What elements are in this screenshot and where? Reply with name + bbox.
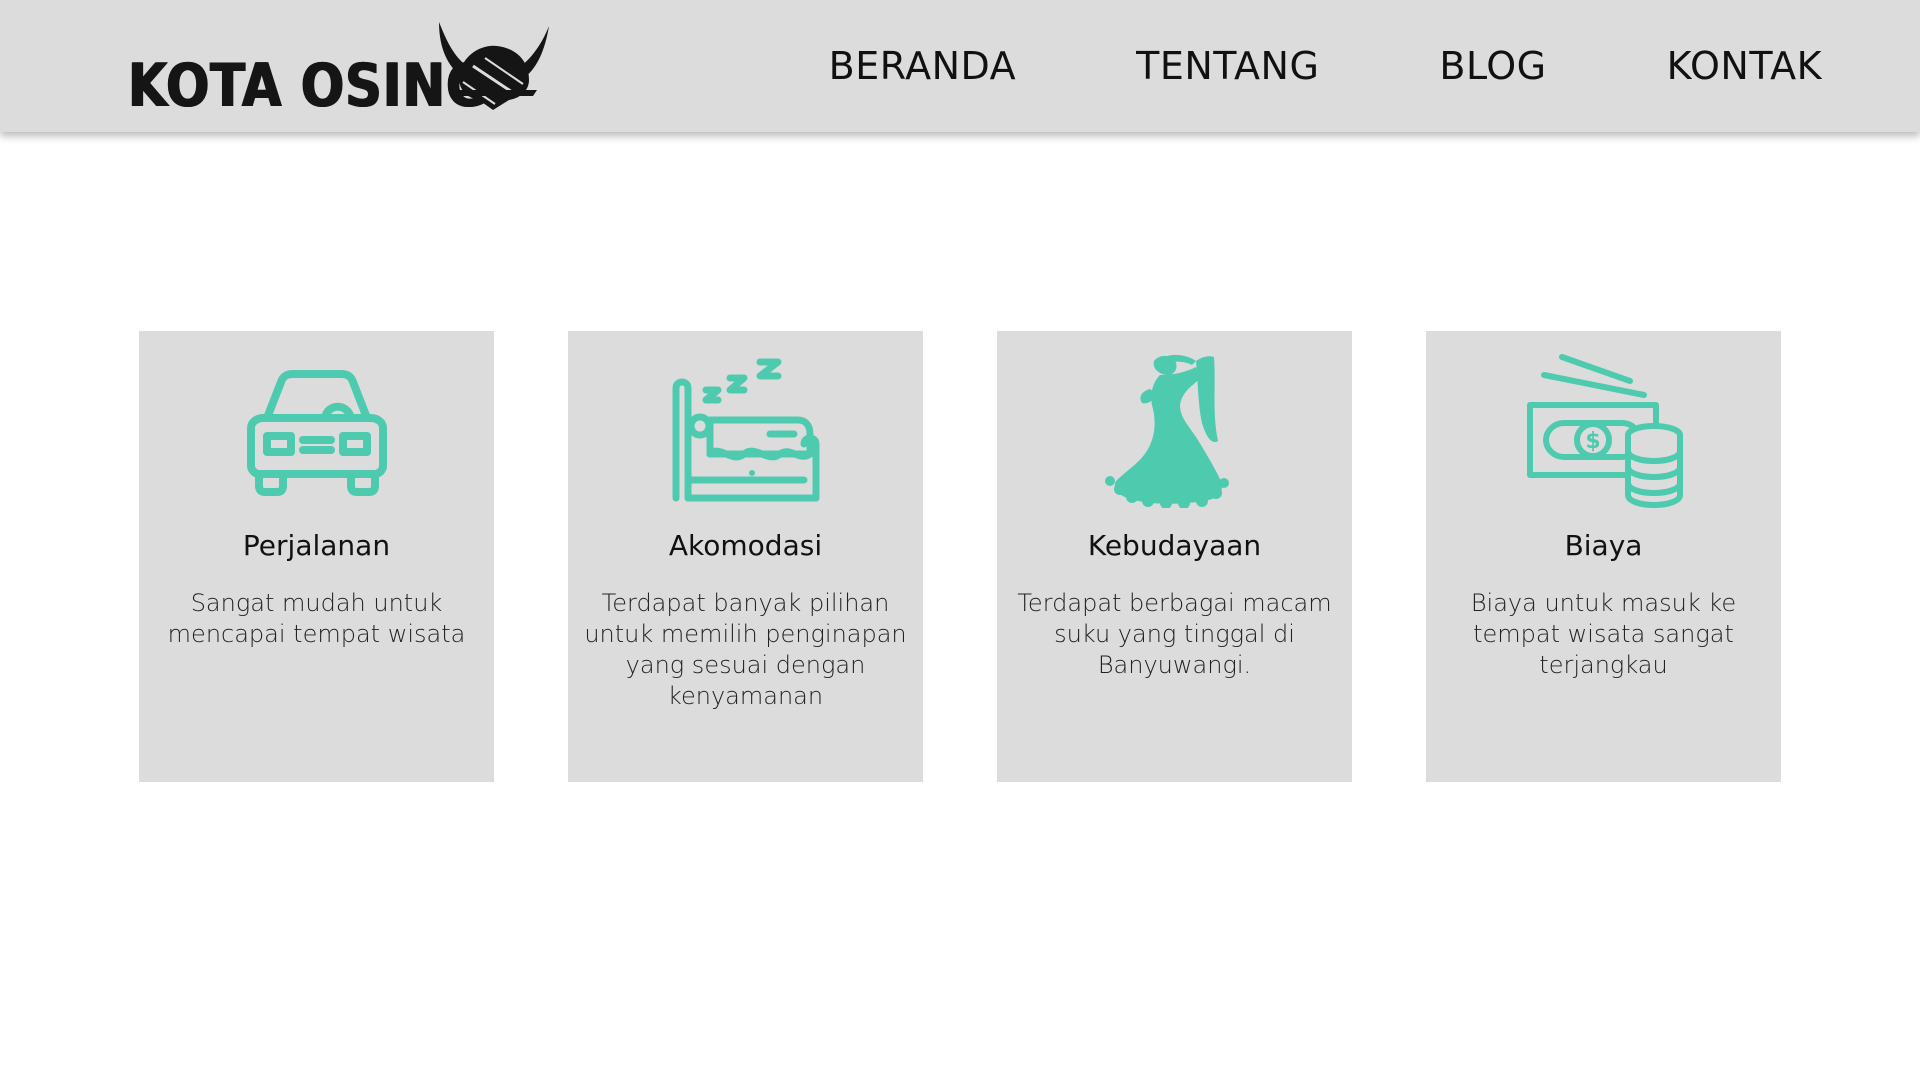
feature-title: Perjalanan <box>242 529 391 562</box>
nav-link-tentang[interactable]: TENTANG <box>1136 44 1319 88</box>
site-header: KOTA OSING BERANDA TENTANG BLOG KONTAK <box>0 0 1920 132</box>
feature-card-biaya: $ Biaya Biaya untuk masuk ke tempat wisa… <box>1426 331 1781 782</box>
nav-link-beranda[interactable]: BERANDA <box>829 44 1016 88</box>
dancer-icon <box>997 353 1352 508</box>
feature-description: Terdapat banyak pilihan untuk memilih pe… <box>584 589 907 710</box>
sleeping-bed-icon <box>568 353 923 508</box>
feature-card-perjalanan: Perjalanan Sangat mudah untuk mencapai t… <box>139 331 494 782</box>
feature-description: Sangat mudah untuk mencapai tempat wisat… <box>167 589 466 648</box>
nav-link-kontak[interactable]: KONTAK <box>1667 44 1822 88</box>
site-logo[interactable]: KOTA OSING <box>128 18 552 118</box>
feature-title: Kebudayaan <box>1087 529 1262 562</box>
feature-description: Biaya untuk masuk ke tempat wisata sanga… <box>1470 589 1737 679</box>
feature-title: Biaya <box>1564 529 1643 562</box>
feature-card-akomodasi: Akomodasi Terdapat banyak pilihan untuk … <box>568 331 923 782</box>
feature-description: Terdapat berbagai macam suku yang tingga… <box>1017 589 1332 679</box>
feature-title: Akomodasi <box>668 529 823 562</box>
feature-cards: Perjalanan Sangat mudah untuk mencapai t… <box>139 331 1781 782</box>
nav-link-blog[interactable]: BLOG <box>1439 44 1546 88</box>
osing-headdress-logo-icon <box>439 22 549 110</box>
money-coins-icon: $ <box>1426 353 1781 508</box>
feature-card-kebudayaan: Kebudayaan Terdapat berbagai macam suku … <box>997 331 1352 782</box>
svg-text:$: $ <box>1585 429 1600 454</box>
main-nav: BERANDA TENTANG BLOG KONTAK <box>829 0 1822 132</box>
car-icon <box>139 353 494 508</box>
